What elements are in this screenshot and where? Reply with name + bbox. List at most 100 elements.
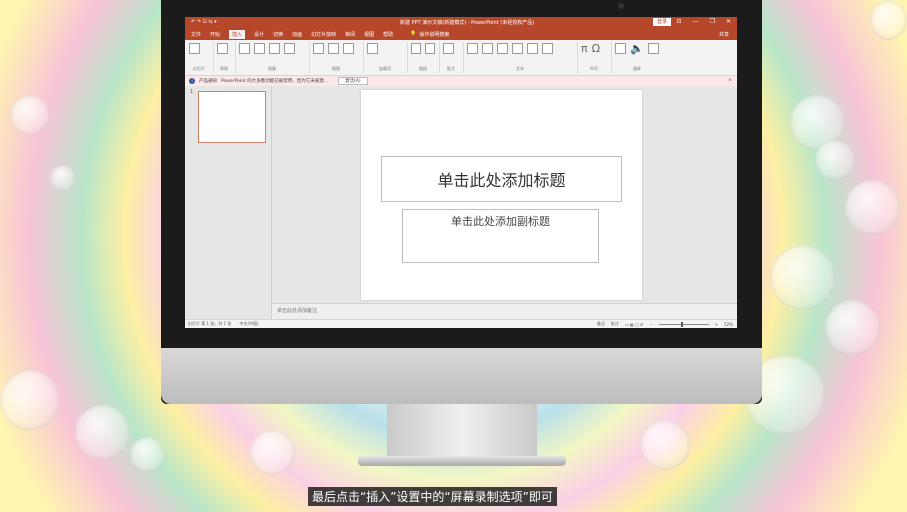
group-label: 符号 bbox=[590, 66, 598, 71]
zoom-in-icon[interactable]: + bbox=[715, 322, 718, 327]
slide: 单击此处添加标题 单击此处添加副标题 bbox=[361, 90, 642, 300]
group-label: 图像 bbox=[268, 66, 276, 71]
monitor-stand bbox=[387, 404, 537, 459]
ribbon-insert: 幻灯片 表格 图像 插图 加载项 链接 批注 文本 π Ω 符号 🔈 媒体 bbox=[185, 40, 737, 88]
powerpoint-window: ↶ ↷ ⊡ ⇆ ▾ 新建 PPT 演示文稿(新建模式) - PowerPoint… bbox=[185, 17, 737, 328]
zoom-out-icon[interactable]: − bbox=[649, 322, 652, 327]
group-label: 表格 bbox=[220, 66, 228, 71]
tab-transitions[interactable]: 切换 bbox=[273, 31, 283, 38]
signin-button[interactable]: 登录 bbox=[653, 18, 672, 26]
video-icon[interactable] bbox=[615, 43, 626, 54]
message-label: 产品通知 bbox=[199, 79, 217, 84]
object-icon[interactable] bbox=[542, 43, 553, 54]
bubble bbox=[825, 300, 880, 355]
zoom-level[interactable]: 52% bbox=[724, 322, 733, 327]
monitor-foot bbox=[358, 456, 566, 466]
tab-view[interactable]: 视图 bbox=[364, 31, 374, 38]
group-label: 幻灯片 bbox=[193, 66, 205, 71]
wordart-icon[interactable] bbox=[497, 43, 508, 54]
audio-icon[interactable]: 🔈 bbox=[630, 43, 644, 54]
bubble bbox=[130, 437, 165, 472]
textbox-icon[interactable] bbox=[467, 43, 478, 54]
bubble bbox=[50, 165, 76, 191]
slide-number: 1 bbox=[190, 89, 194, 95]
activate-button[interactable]: 激活(A) bbox=[338, 77, 368, 85]
slide-number-icon[interactable] bbox=[527, 43, 538, 54]
monitor-chin bbox=[161, 348, 762, 404]
group-label: 媒体 bbox=[633, 66, 641, 71]
bubble bbox=[815, 140, 855, 180]
window-title: 新建 PPT 演示文稿(新建模式) - PowerPoint (未经授权产品) bbox=[400, 20, 535, 26]
group-comments: 批注 bbox=[439, 42, 464, 73]
store-icon[interactable] bbox=[367, 43, 378, 54]
maximize-icon[interactable]: ❐ bbox=[710, 18, 715, 25]
notes-pane[interactable]: 单击此处添加备注 bbox=[272, 303, 737, 320]
tab-home[interactable]: 开始 bbox=[210, 31, 220, 38]
zoom-slider[interactable] bbox=[658, 321, 709, 327]
close-message-icon[interactable]: × bbox=[728, 78, 732, 83]
notes-button[interactable]: 备注 bbox=[597, 321, 605, 327]
picture-icon[interactable] bbox=[239, 43, 250, 54]
tab-help[interactable]: 帮助 bbox=[383, 31, 393, 38]
ribbon-tabs: 文件 开始 插入 设计 切换 动画 幻灯片放映 审阅 视图 帮助 💡 操作说明搜… bbox=[185, 28, 737, 40]
close-icon[interactable]: ✕ bbox=[726, 18, 731, 25]
group-images: 图像 bbox=[235, 42, 310, 73]
title-placeholder[interactable]: 单击此处添加标题 bbox=[381, 156, 622, 202]
equation-icon[interactable]: π bbox=[581, 43, 588, 54]
table-icon[interactable] bbox=[217, 43, 228, 54]
bubble bbox=[870, 0, 907, 40]
info-icon: i bbox=[189, 78, 195, 84]
date-time-icon[interactable] bbox=[512, 43, 523, 54]
quick-access-toolbar[interactable]: ↶ ↷ ⊡ ⇆ ▾ bbox=[191, 19, 217, 25]
status-bar: 幻灯片 第 1 张，共 1 张 中文(中国) 备注 批注 ▭ ▦ ▢ ⊟ − +… bbox=[185, 319, 737, 328]
photo-album-icon[interactable] bbox=[284, 43, 295, 54]
bubble bbox=[10, 95, 50, 135]
online-picture-icon[interactable] bbox=[254, 43, 265, 54]
bubble bbox=[770, 245, 835, 310]
camera bbox=[618, 3, 624, 9]
group-text: 文本 bbox=[463, 42, 578, 73]
bubble bbox=[250, 430, 295, 475]
subtitle-placeholder[interactable]: 单击此处添加副标题 bbox=[402, 209, 599, 263]
tab-design[interactable]: 设计 bbox=[254, 31, 264, 38]
symbol-icon[interactable]: Ω bbox=[592, 43, 600, 54]
bubble bbox=[845, 180, 900, 235]
view-buttons[interactable]: ▭ ▦ ▢ ⊟ bbox=[625, 322, 644, 327]
screen-recording-icon[interactable] bbox=[647, 43, 659, 54]
shapes-icon[interactable] bbox=[313, 43, 324, 54]
slide-info: 幻灯片 第 1 张，共 1 张 bbox=[188, 321, 232, 326]
comments-button[interactable]: 批注 bbox=[611, 321, 619, 327]
group-illustrations: 插图 bbox=[309, 42, 364, 73]
tab-insert[interactable]: 插入 bbox=[229, 29, 246, 39]
ribbon-display-icon[interactable]: ⊡ bbox=[677, 18, 682, 25]
minimize-icon[interactable]: — bbox=[693, 18, 699, 25]
group-label: 插图 bbox=[332, 66, 340, 71]
slide-thumbnail-pane: 1 bbox=[185, 86, 272, 320]
action-icon[interactable] bbox=[425, 43, 435, 54]
title-bar: ↶ ↷ ⊡ ⇆ ▾ 新建 PPT 演示文稿(新建模式) - PowerPoint… bbox=[185, 17, 737, 28]
link-icon[interactable] bbox=[411, 43, 421, 54]
language-indicator[interactable]: 中文(中国) bbox=[239, 321, 258, 327]
tab-review[interactable]: 审阅 bbox=[345, 31, 355, 38]
tab-slideshow[interactable]: 幻灯片放映 bbox=[311, 31, 336, 38]
share-button[interactable]: 共享 bbox=[719, 31, 729, 38]
group-label: 加载项 bbox=[379, 66, 391, 71]
comment-icon[interactable] bbox=[443, 43, 454, 54]
group-addins: 加载项 bbox=[363, 42, 408, 73]
group-slides: 幻灯片 bbox=[185, 42, 214, 73]
lightbulb-icon: 💡 bbox=[410, 31, 417, 37]
bubble bbox=[640, 420, 690, 470]
group-media: 🔈 媒体 bbox=[611, 42, 663, 73]
new-slide-icon[interactable] bbox=[189, 43, 200, 54]
screenshot-icon[interactable] bbox=[269, 43, 280, 54]
group-links: 链接 bbox=[407, 42, 440, 73]
slide-thumbnail[interactable] bbox=[198, 91, 266, 143]
tab-file[interactable]: 文件 bbox=[191, 31, 201, 38]
smartart-icon[interactable] bbox=[328, 43, 339, 54]
tell-me-search[interactable]: 💡 操作说明搜索 bbox=[410, 31, 449, 38]
header-footer-icon[interactable] bbox=[482, 43, 493, 54]
tab-animations[interactable]: 动画 bbox=[292, 31, 302, 38]
chart-icon[interactable] bbox=[343, 43, 354, 54]
group-tables: 表格 bbox=[213, 42, 236, 73]
group-label: 文本 bbox=[516, 66, 524, 71]
